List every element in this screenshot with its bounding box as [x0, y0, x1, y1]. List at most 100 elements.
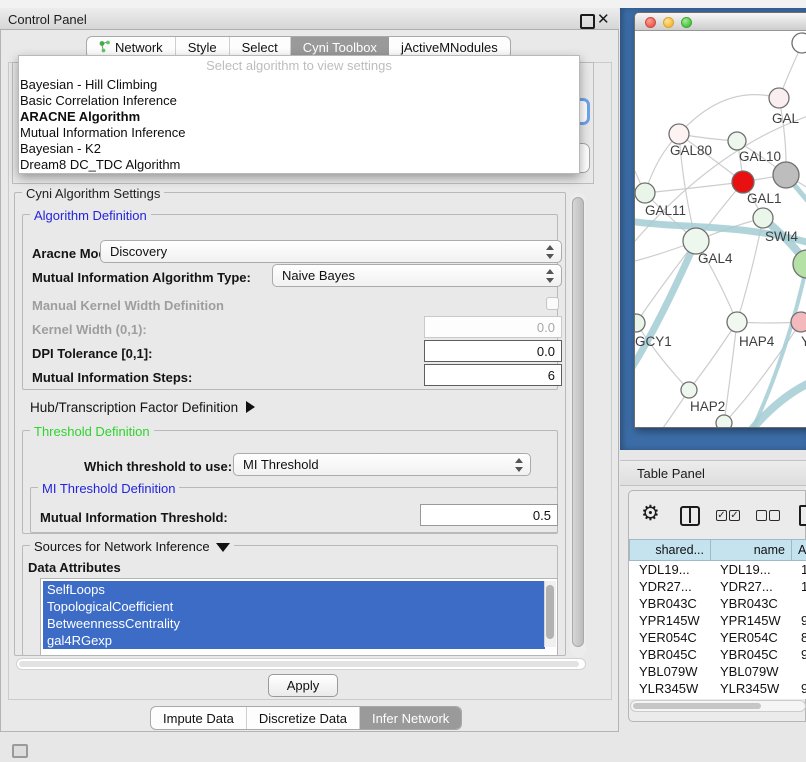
cytopanel-dock-icon[interactable]	[12, 744, 28, 758]
table-cell[interactable]: YBR045C	[710, 646, 791, 663]
tab-impute-data[interactable]: Impute Data	[151, 707, 247, 729]
scrollbar-thumb[interactable]	[546, 585, 554, 639]
dpi-tolerance-field[interactable]: 0.0	[424, 340, 562, 362]
network-node-gal1-selected[interactable]	[732, 171, 754, 193]
column-header-shared-name[interactable]: shared...	[629, 539, 711, 561]
popup-item-bayesian-hill-climbing[interactable]: Bayesian - Hill Climbing	[20, 77, 576, 93]
scrollbar-thumb[interactable]	[19, 661, 579, 667]
network-node-hap4[interactable]	[727, 312, 747, 332]
hub-section-toggle[interactable]: Hub/Transcription Factor Definition	[30, 400, 255, 415]
kernel-width-field[interactable]: 0.0	[424, 316, 562, 338]
checked-checkbox-icon[interactable]: ✓	[716, 510, 727, 521]
table-cell[interactable]: YER054C	[710, 629, 791, 646]
network-edge[interactable]	[679, 95, 779, 134]
list-item-gal4rgexp[interactable]: gal4RGexp	[43, 632, 545, 649]
popup-item-bayesian-k2[interactable]: Bayesian - K2	[20, 141, 576, 157]
network-canvas[interactable]: GALGAL80GAL10GAL1GAL11SWI4GAL4GCY1HAP4YH…	[635, 31, 806, 428]
network-node-gray-node[interactable]	[773, 162, 799, 188]
network-node-pink-right[interactable]	[791, 312, 806, 332]
columns-icon[interactable]	[680, 506, 700, 526]
table-row[interactable]: YDL19...YDL19...13	[629, 561, 806, 578]
table-row[interactable]: YBR045CYBR045C9.	[629, 646, 806, 663]
table-horizontal-scrollbar[interactable]	[630, 700, 806, 712]
close-panel-icon[interactable]: ✕	[597, 10, 610, 28]
zoom-traffic-light-icon[interactable]	[681, 17, 692, 28]
table-cell[interactable]: 12	[791, 578, 806, 595]
table-cell[interactable]: YBL079W	[710, 663, 791, 680]
table-cell[interactable]: YDR27...	[629, 578, 710, 595]
settings-vertical-scrollbar[interactable]	[570, 193, 586, 657]
aracne-mode-combo[interactable]: Discovery	[100, 240, 562, 263]
mi-steps-field[interactable]: 6	[424, 364, 562, 386]
table-row[interactable]: YER054CYER054C8.	[629, 629, 806, 646]
table-row[interactable]: YLR345WYLR345W9.	[629, 680, 806, 697]
mi-threshold-field[interactable]: 0.5	[420, 504, 558, 526]
data-attributes-list[interactable]: SelfLoops TopologicalCoefficient Between…	[40, 578, 558, 656]
network-edge-highlighted[interactable]	[635, 241, 696, 369]
network-window-titlebar[interactable]	[635, 13, 806, 31]
list-vertical-scrollbar[interactable]	[544, 581, 556, 647]
network-edge[interactable]	[724, 322, 737, 423]
which-threshold-combo[interactable]: MI Threshold	[233, 453, 531, 476]
table-row[interactable]: YDR27...YDR27...12	[629, 578, 806, 595]
table-cell[interactable]: YLR345W	[710, 680, 791, 697]
network-node-gal10[interactable]	[728, 132, 746, 150]
float-panel-icon[interactable]	[580, 14, 595, 29]
close-traffic-light-icon[interactable]	[645, 17, 656, 28]
table-cell[interactable]: YPR145W	[629, 612, 710, 629]
table-cell[interactable]: YIL052C	[629, 697, 710, 699]
apply-button[interactable]: Apply	[268, 674, 338, 697]
table-cell[interactable]: 9.	[791, 612, 806, 629]
gear-icon[interactable]: ⚙	[641, 503, 660, 524]
network-node-pink-top[interactable]	[769, 88, 789, 108]
network-node-top-partial[interactable]	[792, 33, 806, 53]
network-view-window[interactable]: GALGAL80GAL10GAL1GAL11SWI4GAL4GCY1HAP4YH…	[634, 12, 806, 428]
list-item-selfloops[interactable]: SelfLoops	[43, 581, 545, 598]
popup-item-basic-correlation[interactable]: Basic Correlation Inference	[20, 93, 576, 109]
table-row[interactable]: YBL079WYBL079W	[629, 663, 806, 680]
unchecked-checkbox-icon[interactable]	[756, 510, 767, 521]
network-node-gal80[interactable]	[669, 124, 689, 144]
control-panel-titlebar[interactable]	[0, 8, 619, 30]
table-cell[interactable]: YDL19...	[629, 561, 710, 578]
settings-horizontal-scrollbar[interactable]	[16, 658, 586, 670]
sources-group-title[interactable]: Sources for Network Inference	[30, 539, 234, 554]
table-cell[interactable]: YLR345W	[629, 680, 710, 697]
table-cell[interactable]: YBR043C	[629, 595, 710, 612]
table-cell[interactable]: YDL19...	[710, 561, 791, 578]
scrollbar-thumb[interactable]	[572, 197, 584, 647]
tab-infer-network[interactable]: Infer Network	[360, 707, 461, 729]
popup-item-mutual-information[interactable]: Mutual Information Inference	[20, 125, 576, 141]
column-header-partial[interactable]: A	[791, 539, 806, 561]
list-item-betweennesscentrality[interactable]: BetweennessCentrality	[43, 615, 545, 632]
table-cell[interactable]: YPR145W	[710, 612, 791, 629]
table-cell[interactable]: YBR045C	[629, 646, 710, 663]
table-cell[interactable]: 9.	[791, 646, 806, 663]
table-cell[interactable]: YER054C	[629, 629, 710, 646]
table-row[interactable]: YIL052CYIL052C0.	[629, 697, 806, 699]
network-node-swi4[interactable]	[753, 208, 773, 228]
popup-item-aracne[interactable]: ARACNE Algorithm	[20, 109, 576, 125]
table-cell[interactable]: YBR043C	[710, 595, 791, 612]
column-header-name[interactable]: name	[710, 539, 792, 561]
table-cell[interactable]: 13	[791, 561, 806, 578]
table-cell[interactable]	[791, 595, 806, 612]
unchecked-checkbox-icon[interactable]	[769, 510, 780, 521]
document-icon[interactable]	[799, 505, 806, 526]
network-edge[interactable]	[645, 182, 743, 193]
network-node-bottom-partial[interactable]	[716, 415, 732, 428]
table-cell[interactable]: 0.	[791, 697, 806, 699]
table-cell[interactable]: YBL079W	[629, 663, 710, 680]
table-cell[interactable]: YIL052C	[710, 697, 791, 699]
table-row[interactable]: YPR145WYPR145W9.	[629, 612, 806, 629]
table-cell[interactable]	[791, 663, 806, 680]
network-node-gcy1[interactable]	[635, 314, 645, 332]
network-node-gal11[interactable]	[635, 183, 655, 203]
minimize-traffic-light-icon[interactable]	[663, 17, 674, 28]
popup-item-dream8[interactable]: Dream8 DC_TDC Algorithm	[20, 157, 576, 173]
table-cell[interactable]: YDR27...	[710, 578, 791, 595]
scrollbar-thumb[interactable]	[633, 703, 761, 709]
network-edge-highlighted[interactable]	[753, 379, 806, 428]
checked-checkbox-icon[interactable]: ✓	[729, 510, 740, 521]
network-node-hap2[interactable]	[681, 382, 697, 398]
